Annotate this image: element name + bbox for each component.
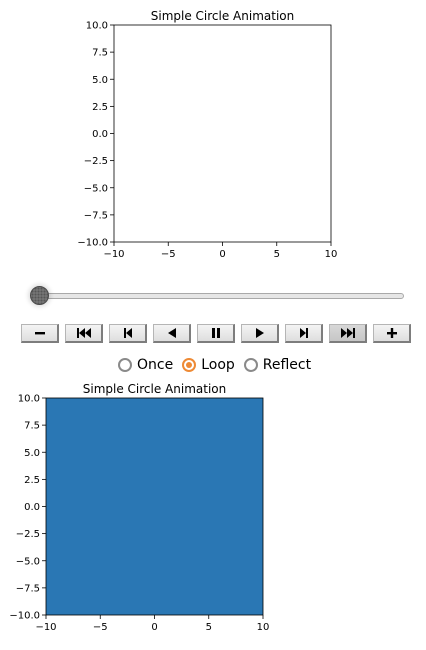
slider-track[interactable] xyxy=(38,293,404,299)
plus-icon xyxy=(386,328,397,338)
play-reverse-button[interactable] xyxy=(153,324,191,343)
chart-title: Simple Circle Animation xyxy=(83,382,226,396)
playback-controls xyxy=(21,324,416,344)
next-frame-button[interactable] xyxy=(285,324,323,343)
y-tick-label: 0.0 xyxy=(24,502,40,513)
y-tick-label: −7.5 xyxy=(84,210,108,221)
play-reverse-icon xyxy=(167,328,176,338)
y-tick-label: 2.5 xyxy=(92,102,108,113)
y-tick-label: 10.0 xyxy=(86,21,108,32)
x-tick-label: 5 xyxy=(206,622,212,633)
play-button[interactable] xyxy=(241,324,279,343)
y-tick-label: −10.0 xyxy=(77,238,108,249)
radio-button[interactable] xyxy=(118,358,132,372)
y-tick-label: 5.0 xyxy=(92,75,108,86)
y-tick-label: 2.5 xyxy=(24,475,40,486)
mode-label: Reflect xyxy=(262,357,312,373)
y-tick-label: −2.5 xyxy=(16,529,40,540)
slider-thumb[interactable] xyxy=(30,286,49,305)
chart-title: Simple Circle Animation xyxy=(151,9,294,23)
mode-once-option[interactable]: Once xyxy=(118,357,173,373)
mode-label: Once xyxy=(137,357,174,373)
slower-button[interactable] xyxy=(21,324,59,343)
chart-2: Simple Circle Animation −10 −5 0 5 10 10.0 7.5 5… xyxy=(9,382,270,633)
y-tick-label: 7.5 xyxy=(24,421,40,432)
play-icon xyxy=(255,328,264,338)
y-tick-label: −7.5 xyxy=(16,583,40,594)
chart-1: Simple Circle Animation −10 −5 0 5 10 10.0 7.5 5… xyxy=(77,9,338,260)
plot-area xyxy=(45,397,264,616)
step-forward-icon xyxy=(299,328,308,338)
radio-button[interactable] xyxy=(243,358,258,372)
mode-loop-option[interactable]: Loop xyxy=(182,357,235,373)
y-tick-label: −5.0 xyxy=(84,183,108,194)
y-tick-label: 10.0 xyxy=(18,394,40,405)
x-tick-label: 0 xyxy=(219,249,225,260)
first-frame-button[interactable] xyxy=(65,324,103,343)
y-tick-label: 5.0 xyxy=(24,448,40,459)
last-frame-button[interactable] xyxy=(329,324,367,343)
pause-button[interactable] xyxy=(197,324,235,343)
skip-to-start-icon xyxy=(76,328,91,338)
mode-reflect-option[interactable]: Reflect xyxy=(243,357,312,373)
x-tick-label: 0 xyxy=(151,622,157,633)
y-tick-label: −2.5 xyxy=(84,156,108,167)
y-tick-label: −10.0 xyxy=(9,611,40,622)
x-tick-label: 10 xyxy=(257,622,270,633)
y-tick-label: 0.0 xyxy=(92,129,108,140)
y-tick-label: −5.0 xyxy=(16,556,40,567)
x-tick-label: −10 xyxy=(103,249,124,260)
x-tick-label: 5 xyxy=(274,249,280,260)
playback-mode-radio-group: Once Loop Reflect xyxy=(118,355,320,375)
skip-to-end-icon xyxy=(340,328,355,338)
previous-frame-button[interactable] xyxy=(109,324,147,343)
x-tick-label: −10 xyxy=(35,622,56,633)
step-back-icon xyxy=(123,328,132,338)
plot-area xyxy=(113,24,332,243)
radio-button[interactable] xyxy=(182,358,197,372)
y-tick-label: 7.5 xyxy=(92,48,108,59)
mode-label: Loop xyxy=(201,357,235,373)
x-tick-label: −5 xyxy=(161,249,176,260)
frame-slider[interactable] xyxy=(28,283,408,309)
minus-icon xyxy=(34,332,45,335)
faster-button[interactable] xyxy=(373,324,411,343)
x-tick-label: 10 xyxy=(325,249,338,260)
x-tick-label: −5 xyxy=(93,622,108,633)
pause-icon xyxy=(211,328,220,338)
